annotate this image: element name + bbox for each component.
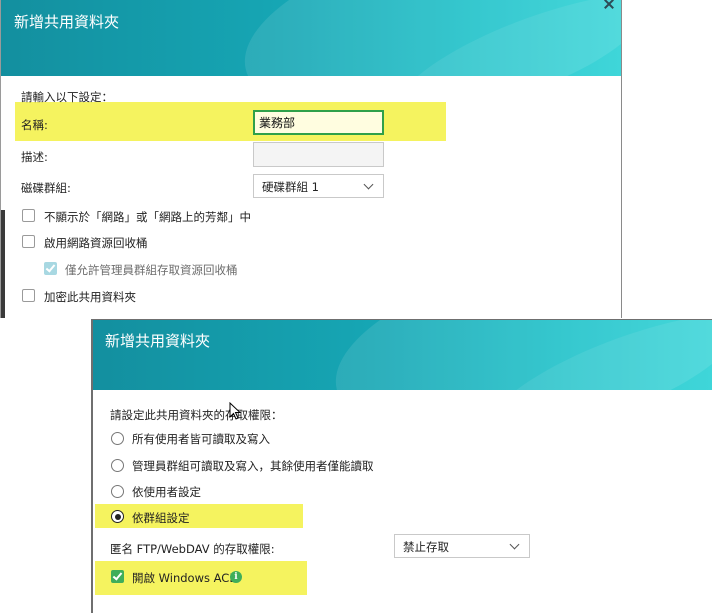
create-shared-folder-dialog-permissions: 新增共用資料夾 請設定此共用資料夾的存取權限： 所有使用者皆可讀取及寫入 管理員… xyxy=(91,319,712,613)
radio-by-user[interactable] xyxy=(111,485,124,498)
windows-acl-label: 開啟 Windows ACL xyxy=(132,571,236,585)
dialog-header: 新增共用資料夾 xyxy=(1,0,621,76)
check-icon xyxy=(45,262,56,273)
radio-admin-rw-others-ro[interactable] xyxy=(111,459,124,472)
name-input[interactable]: 業務部 xyxy=(253,110,384,135)
encrypt-folder-label: 加密此共用資料夾 xyxy=(44,290,136,304)
settings-prompt: 請輸入以下設定： xyxy=(21,90,113,104)
disk-group-value: 硬碟群組 1 xyxy=(262,180,319,194)
name-label: 名稱: xyxy=(21,118,48,132)
dialog-title: 新增共用資料夾 xyxy=(14,13,120,31)
ftp-access-label: 匿名 FTP/WebDAV 的存取權限: xyxy=(110,542,275,556)
admin-only-recycle-checkbox[interactable] xyxy=(44,262,57,275)
radio-by-group[interactable] xyxy=(111,510,124,523)
check-icon xyxy=(112,570,123,581)
description-label: 描述: xyxy=(21,150,48,164)
hide-network-label: 不顯示於「網路」或「網路上的芳鄰」中 xyxy=(44,210,251,224)
admin-only-recycle-label: 僅允許管理員群組存取資源回收桶 xyxy=(65,263,238,277)
create-shared-folder-dialog-settings: 新增共用資料夾 請輸入以下設定： 名稱: 業務部 描述: 磁碟群組: 硬碟群組 … xyxy=(0,0,622,318)
mouse-cursor-icon xyxy=(229,402,242,420)
permissions-prompt: 請設定此共用資料夾的存取權限： xyxy=(110,408,283,422)
radio-by-user-label: 依使用者設定 xyxy=(132,485,201,499)
disk-group-label: 磁碟群組: xyxy=(21,181,71,195)
info-icon[interactable]: i xyxy=(230,571,242,583)
chevron-down-icon xyxy=(509,539,520,550)
recycle-bin-label: 啟用網路資源回收桶 xyxy=(44,236,148,250)
hide-network-checkbox[interactable] xyxy=(22,209,35,222)
windows-acl-checkbox[interactable] xyxy=(111,570,124,583)
radio-all-users-rw[interactable] xyxy=(111,432,124,445)
description-input[interactable] xyxy=(253,142,384,167)
dialog-header: 新增共用資料夾 xyxy=(93,320,712,390)
chevron-down-icon xyxy=(363,179,374,190)
radio-admin-rw-others-ro-label: 管理員群組可讀取及寫入，其餘使用者僅能讀取 xyxy=(132,459,374,473)
highlight-marker xyxy=(95,504,303,528)
recycle-bin-checkbox[interactable] xyxy=(22,235,35,248)
close-icon[interactable] xyxy=(601,0,617,10)
ftp-access-value: 禁止存取 xyxy=(403,540,449,554)
encrypt-folder-checkbox[interactable] xyxy=(22,289,35,302)
disk-group-select[interactable]: 硬碟群組 1 xyxy=(253,174,384,198)
radio-by-group-label: 依群組設定 xyxy=(132,511,190,525)
ftp-access-select[interactable]: 禁止存取 xyxy=(394,534,530,558)
dialog-title: 新增共用資料夾 xyxy=(105,332,211,350)
radio-all-users-rw-label: 所有使用者皆可讀取及寫入 xyxy=(132,432,270,446)
